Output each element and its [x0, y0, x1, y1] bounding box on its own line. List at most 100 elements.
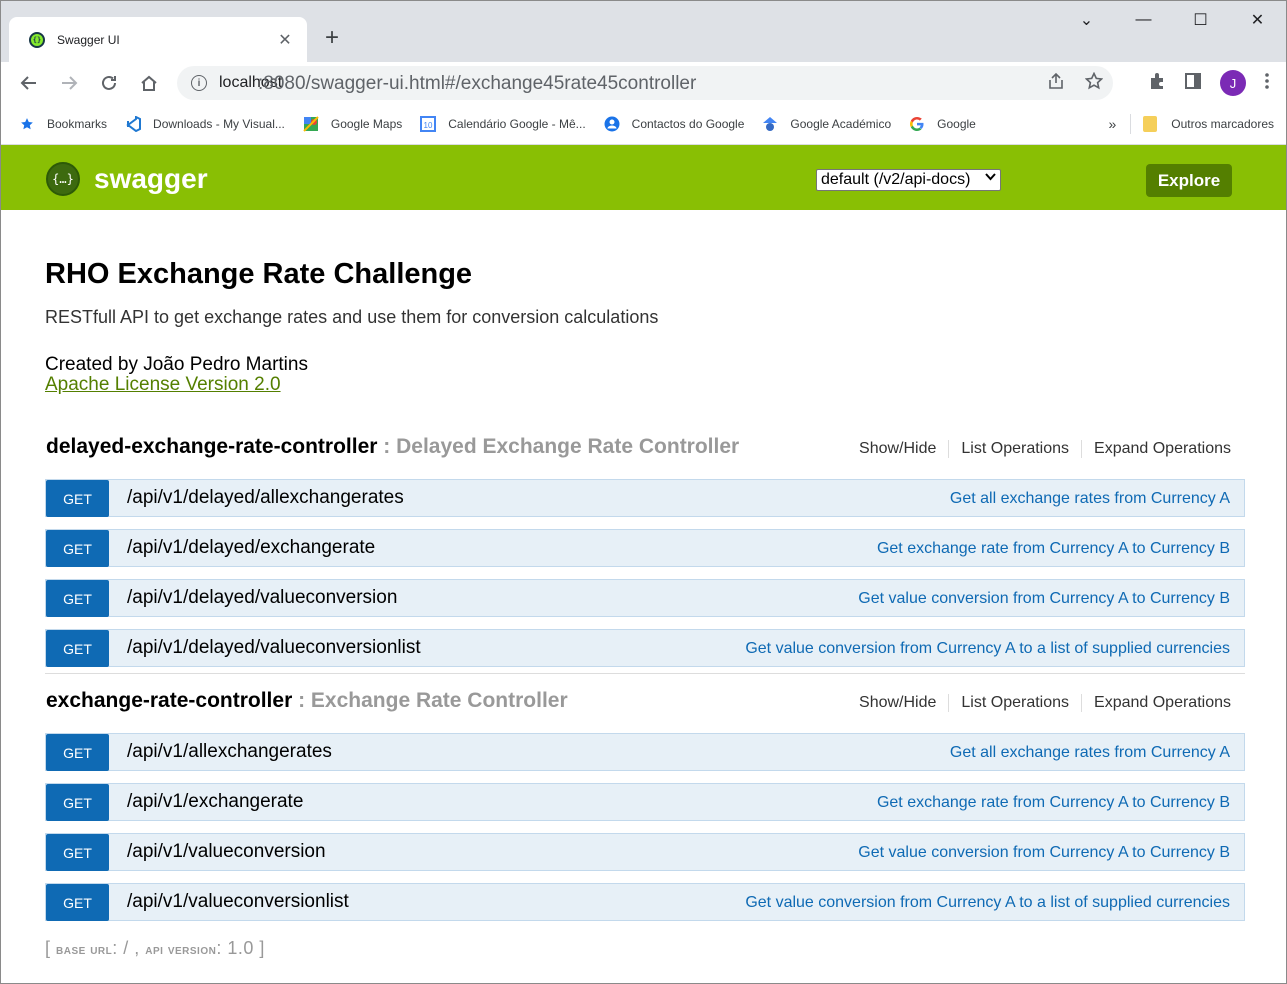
resource-title[interactable]: delayed-exchange-rate-controller : Delay… — [46, 435, 739, 459]
bookmark-item[interactable]: Downloads - My Visual... — [125, 115, 285, 132]
menu-kebab-icon[interactable] — [1264, 72, 1270, 95]
bookmark-label: Downloads - My Visual... — [153, 116, 285, 131]
browser-tab[interactable]: {} Swagger UI ✕ — [9, 17, 307, 62]
operation-row[interactable]: GET /api/v1/exchangerate Get exchange ra… — [45, 783, 1245, 821]
operation-summary[interactable]: Get exchange rate from Currency A to Cur… — [877, 540, 1230, 558]
profile-avatar[interactable]: J — [1220, 70, 1246, 96]
star-icon — [19, 116, 35, 132]
close-tab-icon[interactable]: ✕ — [275, 30, 295, 50]
operation-path[interactable]: /api/v1/delayed/valueconversionlist — [127, 637, 421, 659]
operation-summary[interactable]: Get value conversion from Currency A to … — [745, 640, 1230, 658]
new-tab-button[interactable]: + — [325, 23, 339, 53]
explore-button[interactable]: Explore — [1146, 164, 1232, 197]
bookmark-item[interactable]: Google Académico — [762, 116, 891, 132]
base-url-value: : / , — [112, 938, 146, 958]
home-icon[interactable] — [129, 66, 169, 100]
operation-path[interactable]: /api/v1/valueconversionlist — [127, 891, 349, 913]
bookmark-item[interactable]: 10 Calendário Google - Mê... — [420, 115, 586, 132]
method-badge[interactable]: GET — [46, 530, 109, 567]
operation-path[interactable]: /api/v1/delayed/allexchangerates — [127, 487, 404, 509]
expand-operations-link[interactable]: Expand Operations — [1082, 440, 1231, 458]
list-operations-link[interactable]: List Operations — [949, 440, 1083, 458]
bookmark-item[interactable]: Bookmarks — [19, 116, 107, 132]
method-badge[interactable]: GET — [46, 884, 109, 921]
operation-row[interactable]: GET /api/v1/valueconversion Get value co… — [45, 833, 1245, 871]
operation-row[interactable]: GET /api/v1/delayed/valueconversion Get … — [45, 579, 1245, 617]
folder-icon — [1143, 116, 1158, 132]
bookmarks-bar: Bookmarks Downloads - My Visual... Googl… — [1, 103, 1286, 145]
tab-search-icon[interactable]: ⌄ — [1058, 1, 1115, 39]
logo-text: swagger — [94, 163, 208, 194]
bookmark-label: Google Académico — [790, 116, 892, 131]
maximize-button[interactable]: ☐ — [1172, 1, 1229, 39]
bookmark-label: Contactos do Google — [631, 116, 745, 131]
license-link[interactable]: Apache License Version 2.0 — [45, 374, 281, 396]
api-version-value: : 1.0 — [216, 938, 254, 958]
operation-row[interactable]: GET /api/v1/valueconversionlist Get valu… — [45, 883, 1245, 921]
api-description: RESTfull API to get exchange rates and u… — [45, 307, 659, 327]
method-badge[interactable]: GET — [46, 580, 109, 617]
operation-summary[interactable]: Get value conversion from Currency A to … — [858, 844, 1230, 862]
operation-row[interactable]: GET /api/v1/allexchangerates Get all exc… — [45, 733, 1245, 771]
method-badge[interactable]: GET — [46, 480, 109, 517]
site-info-icon[interactable]: i — [191, 75, 207, 91]
extensions-icon[interactable] — [1148, 72, 1166, 95]
operation-row[interactable]: GET /api/v1/delayed/allexchangerates Get… — [45, 479, 1245, 517]
svg-text:10: 10 — [424, 121, 433, 130]
operation-summary[interactable]: Get value conversion from Currency A to … — [745, 894, 1230, 912]
operation-summary[interactable]: Get exchange rate from Currency A to Cur… — [877, 794, 1230, 812]
address-bar[interactable]: i localhost:8080/swagger-ui.html#/exchan… — [177, 66, 1113, 100]
bookmark-item[interactable]: Google Maps — [303, 115, 403, 132]
side-panel-icon[interactable] — [1184, 72, 1202, 95]
tab-title: Swagger UI — [57, 32, 120, 47]
swagger-logo[interactable]: {…} swagger — [46, 162, 208, 196]
operation-summary[interactable]: Get value conversion from Currency A to … — [858, 590, 1230, 608]
bookmark-item[interactable]: Contactos do Google — [604, 116, 745, 132]
list-operations-link[interactable]: List Operations — [949, 694, 1083, 712]
url-path: :8080/swagger-ui.html#/exchange45rate45c… — [258, 73, 697, 94]
browser-window: {} Swagger UI ✕ + ⌄ — ☐ ✕ i localhost:80… — [0, 0, 1287, 984]
resource-links: Show/Hide List Operations Expand Operati… — [847, 694, 1231, 712]
method-badge[interactable]: GET — [46, 734, 109, 771]
forward-arrow-icon[interactable] — [49, 66, 89, 100]
resource-description: : Delayed Exchange Rate Controller — [377, 435, 740, 458]
method-badge[interactable]: GET — [46, 630, 109, 667]
bookmark-label: Google — [937, 116, 976, 131]
google-calendar-icon: 10 — [420, 115, 437, 132]
method-badge[interactable]: GET — [46, 784, 109, 821]
minimize-button[interactable]: — — [1115, 1, 1172, 39]
operation-path[interactable]: /api/v1/delayed/exchangerate — [127, 537, 375, 559]
other-bookmarks[interactable]: Outros marcadores — [1171, 117, 1274, 131]
close-window-button[interactable]: ✕ — [1229, 1, 1286, 39]
google-scholar-icon — [762, 116, 778, 132]
show-hide-link[interactable]: Show/Hide — [847, 440, 950, 458]
bookmarks-separator — [1130, 114, 1132, 134]
google-icon — [909, 116, 925, 132]
show-hide-link[interactable]: Show/Hide — [847, 694, 950, 712]
operation-path[interactable]: /api/v1/valueconversion — [127, 841, 326, 863]
bookmark-star-icon[interactable] — [1084, 71, 1104, 95]
share-icon[interactable] — [1047, 72, 1065, 95]
method-badge[interactable]: GET — [46, 834, 109, 871]
api-footer: [ base url: / , api version: 1.0 ] — [45, 938, 265, 959]
chevron-down-icon — [985, 172, 996, 184]
window-controls: ⌄ — ☐ ✕ — [1058, 1, 1286, 39]
operation-row[interactable]: GET /api/v1/delayed/exchangerate Get exc… — [45, 529, 1245, 567]
google-maps-icon — [303, 115, 319, 132]
spec-select[interactable]: default (/v2/api-docs) — [816, 169, 1001, 191]
operation-summary[interactable]: Get all exchange rates from Currency A — [950, 744, 1230, 762]
more-bookmarks-icon[interactable]: » — [1109, 116, 1117, 132]
operation-path[interactable]: /api/v1/delayed/valueconversion — [127, 587, 397, 609]
reload-icon[interactable] — [89, 66, 129, 100]
operation-path[interactable]: /api/v1/exchangerate — [127, 791, 303, 813]
expand-operations-link[interactable]: Expand Operations — [1082, 694, 1231, 712]
swagger-header: {…} swagger default (/v2/api-docs) — [1, 145, 1286, 210]
resource-title[interactable]: exchange-rate-controller : Exchange Rate… — [46, 689, 568, 713]
operation-path[interactable]: /api/v1/allexchangerates — [127, 741, 332, 763]
operation-row[interactable]: GET /api/v1/delayed/valueconversionlist … — [45, 629, 1245, 667]
operation-summary[interactable]: Get all exchange rates from Currency A — [950, 490, 1230, 508]
bookmark-label: Google Maps — [330, 116, 403, 131]
bookmark-item[interactable]: Google — [909, 116, 976, 132]
url-text[interactable]: localhost:8080/swagger-ui.html#/exchange… — [219, 73, 696, 94]
back-arrow-icon[interactable] — [9, 66, 49, 100]
